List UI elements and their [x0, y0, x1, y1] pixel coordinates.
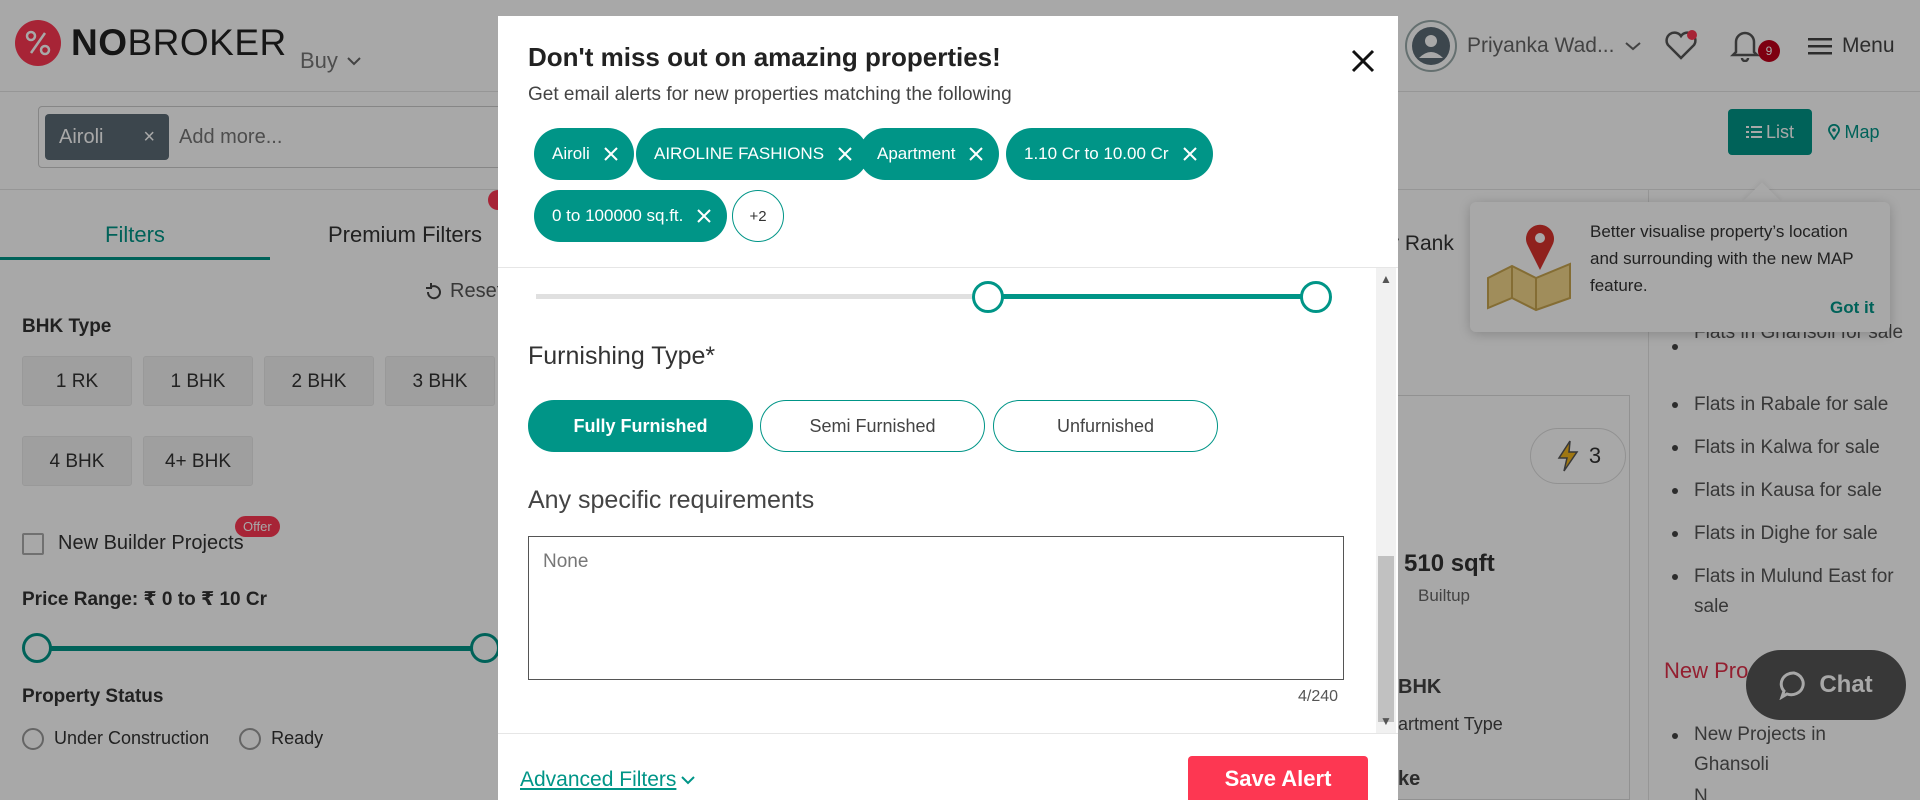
- criteria-chip[interactable]: AIROLINE FASHIONS: [636, 128, 869, 180]
- range-slider-fill: [988, 294, 1318, 299]
- criteria-chip[interactable]: 0 to 100000 sq.ft.: [534, 190, 728, 242]
- close-icon[interactable]: [697, 209, 712, 223]
- furnishing-type-label: Furnishing Type*: [528, 342, 716, 370]
- range-max-handle[interactable]: [1300, 281, 1332, 313]
- close-icon[interactable]: [604, 147, 618, 161]
- close-icon[interactable]: [838, 147, 852, 161]
- advanced-filters-link[interactable]: Advanced Filters: [520, 768, 696, 792]
- close-icon[interactable]: [969, 147, 984, 161]
- criteria-chip[interactable]: 1.10 Cr to 10.00 Cr: [1006, 128, 1213, 180]
- furnishing-semi-furnished[interactable]: Semi Furnished: [760, 400, 985, 452]
- modal-footer: Advanced Filters Save Alert: [498, 733, 1398, 800]
- email-alert-modal: Don't miss out on amazing properties! Ge…: [498, 16, 1398, 800]
- modal-header: Don't miss out on amazing properties! Ge…: [498, 16, 1398, 268]
- furnishing-fully-furnished[interactable]: Fully Furnished: [528, 400, 753, 452]
- modal-title: Don't miss out on amazing properties!: [528, 42, 1001, 72]
- criteria-chip-label: 1.10 Cr to 10.00 Cr: [1024, 144, 1169, 163]
- save-alert-button[interactable]: Save Alert: [1188, 756, 1368, 800]
- furnishing-unfurnished[interactable]: Unfurnished: [993, 400, 1218, 452]
- criteria-chip[interactable]: Apartment: [859, 128, 1000, 180]
- requirements-textarea[interactable]: None: [528, 536, 1344, 680]
- close-icon[interactable]: [1182, 147, 1197, 161]
- scrollbar-thumb[interactable]: [1378, 556, 1394, 722]
- criteria-chip[interactable]: Airoli: [534, 128, 634, 180]
- requirements-label: Any specific requirements: [528, 486, 815, 514]
- modal-subtitle: Get email alerts for new properties matc…: [528, 84, 1012, 105]
- criteria-chip-label: Apartment: [877, 144, 956, 163]
- criteria-chip-label: 0 to 100000 sq.ft.: [552, 206, 684, 225]
- criteria-chip-label: Airoli: [552, 144, 590, 163]
- modal-body: Furnishing Type* Fully Furnished Semi Fu…: [498, 268, 1398, 733]
- more-criteria-button[interactable]: +2: [732, 190, 784, 242]
- criteria-chip-label: AIROLINE FASHIONS: [654, 144, 825, 163]
- range-min-handle[interactable]: [972, 281, 1004, 313]
- character-count: 4/240: [1298, 688, 1339, 705]
- advanced-filters-label: Advanced Filters: [520, 768, 677, 791]
- scroll-down-arrow-icon[interactable]: ▼: [1380, 714, 1392, 728]
- close-icon[interactable]: [1348, 46, 1378, 76]
- scroll-up-arrow-icon[interactable]: ▲: [1380, 272, 1392, 286]
- chevron-down-icon: [681, 776, 696, 785]
